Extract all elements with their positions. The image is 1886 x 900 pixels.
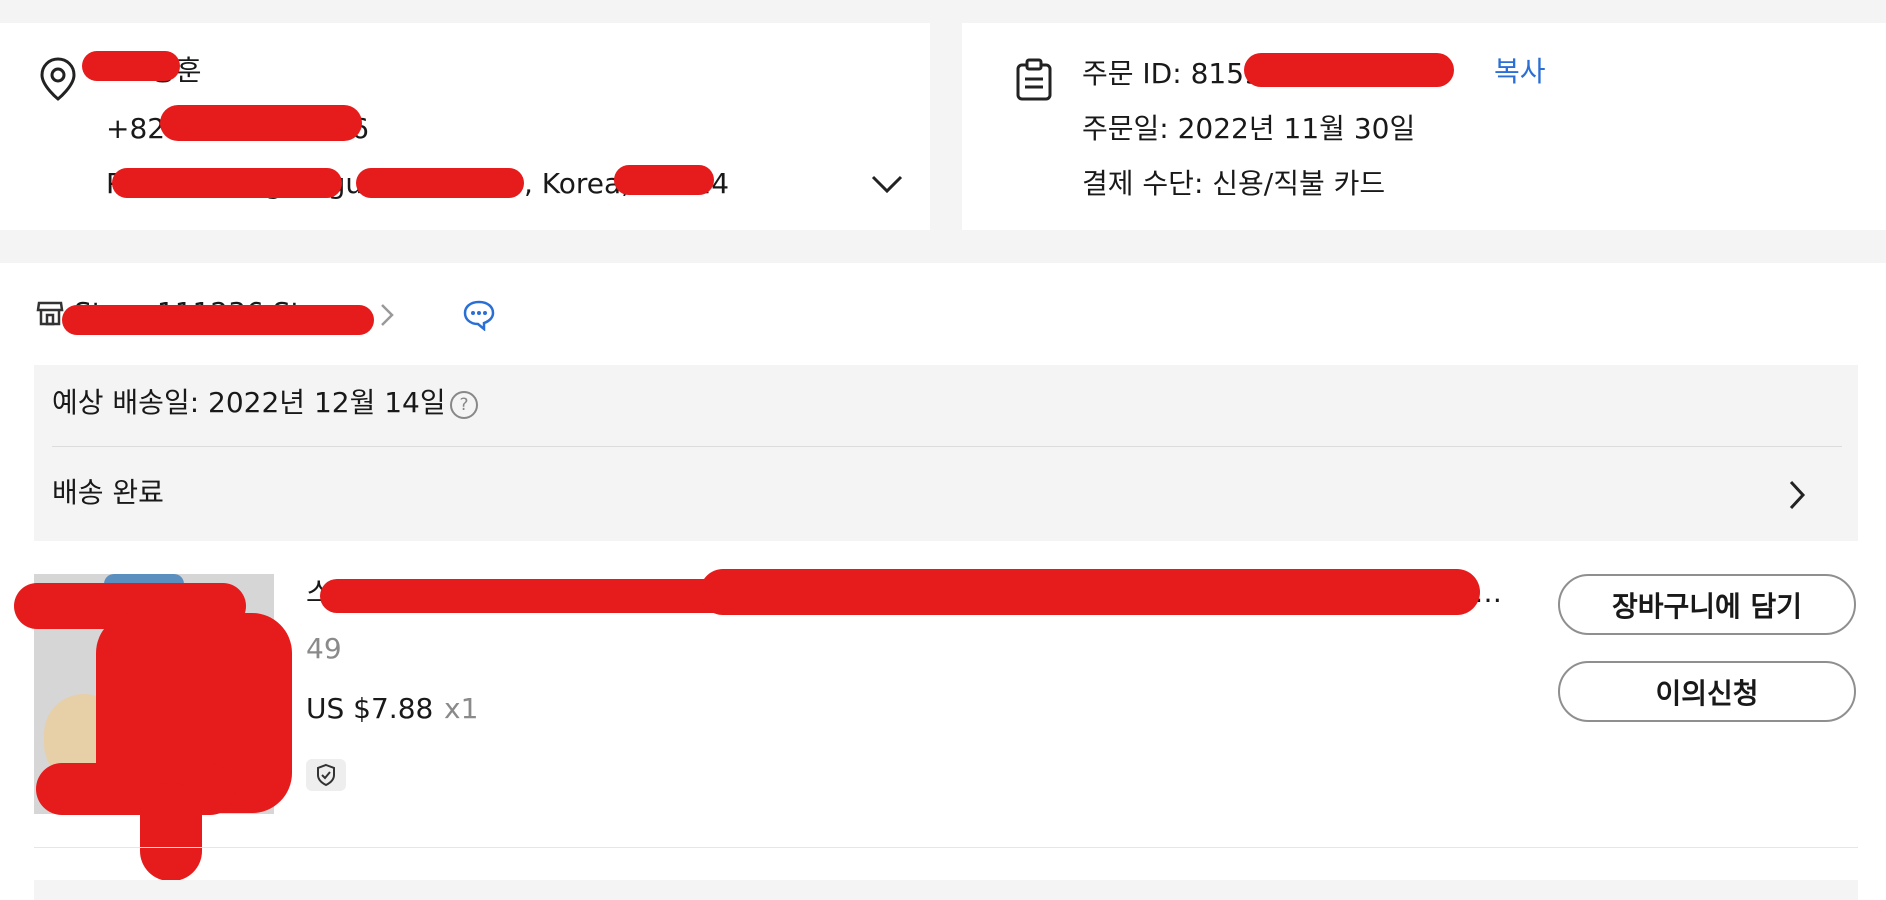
order-info-card: 주문 ID: 8159 37157096 복사 주문일: 2022년 11월 3… — [962, 23, 1886, 230]
delivery-status-row[interactable]: 배송 완료 — [52, 475, 164, 511]
payment-method: 결제 수단: 신용/직불 카드 — [1082, 167, 1386, 200]
copy-order-id-link[interactable]: 복사 — [1494, 54, 1546, 90]
shield-check-icon — [317, 763, 335, 787]
divider — [34, 847, 1858, 848]
product-quantity: x1 — [444, 692, 479, 725]
redaction — [160, 105, 362, 141]
redaction — [320, 579, 740, 613]
redaction — [140, 783, 202, 881]
help-icon[interactable]: ? — [450, 391, 478, 419]
chat-icon[interactable] — [462, 299, 496, 335]
divider — [52, 446, 1842, 447]
redaction — [82, 51, 180, 81]
chevron-down-icon[interactable] — [870, 173, 904, 199]
order-body-card: Store 111236 Store 예상 배송일: 2022년 12월 14일… — [0, 263, 1886, 900]
order-id-label: 주문 ID: 8159 — [1082, 57, 1262, 90]
address-card: 중훈 +82 382256 P ongan-gu, , Korea, 23824 — [0, 23, 930, 230]
redaction — [1244, 53, 1454, 87]
clipboard-icon — [1014, 57, 1054, 107]
redaction — [614, 165, 714, 195]
redaction — [112, 168, 342, 198]
buyer-protection-badge — [306, 759, 346, 791]
location-pin-icon — [38, 55, 78, 107]
delivery-box: 예상 배송일: 2022년 12월 14일 ? 배송 완료 — [34, 365, 1858, 541]
dispute-button[interactable]: 이의신청 — [1558, 661, 1856, 722]
redaction — [36, 763, 236, 815]
store-icon — [36, 299, 64, 331]
chevron-right-icon[interactable] — [380, 303, 394, 331]
redaction — [700, 569, 1480, 615]
next-section-strip — [34, 880, 1858, 900]
add-to-cart-button[interactable]: 장바구니에 담기 — [1558, 574, 1856, 635]
redaction — [356, 168, 524, 198]
product-variant: 49 — [306, 632, 342, 665]
product-price: US $7.88 — [306, 692, 434, 725]
estimated-delivery-date: 예상 배송일: 2022년 12월 14일 — [52, 386, 446, 419]
phone-prefix: +82 — [106, 112, 166, 145]
chevron-right-icon[interactable] — [1788, 479, 1806, 515]
order-date: 주문일: 2022년 11월 30일 — [1082, 112, 1416, 145]
redaction — [62, 305, 374, 335]
